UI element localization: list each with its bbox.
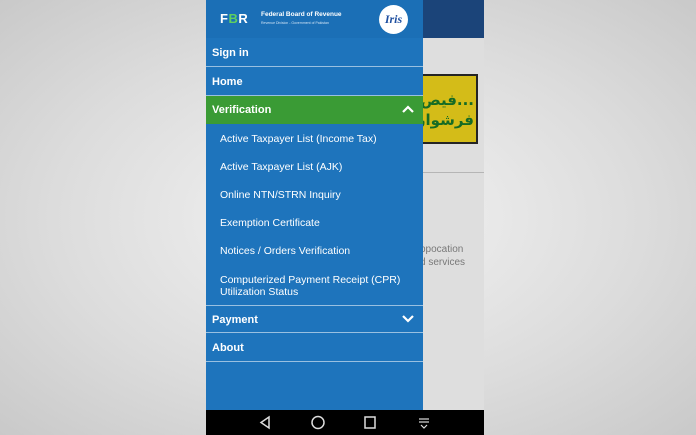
fbr-subtitle: Revenue Division - Government of Pakista… [261,21,329,25]
recents-icon[interactable] [363,410,377,435]
menu-label: Sign in [212,47,249,59]
menu-label: Verification [212,104,272,116]
scrim[interactable] [423,0,484,410]
menu-item-sign-in[interactable]: Sign in [206,39,423,67]
iris-logo: Iris [379,5,408,34]
fbr-title: Federal Board of Revenue [261,11,342,18]
keyboard-hide-icon[interactable] [417,410,431,435]
back-icon[interactable] [258,410,272,435]
phone-screen: ...فیص فرشوار ppocation d services FBR F… [206,0,484,435]
drawer-header: FBR Federal Board of Revenue Revenue Div… [206,0,423,38]
fbr-logo: FBR [220,11,249,26]
verification-item-cpr[interactable]: Computerized Payment Receipt (CPR) Utili… [206,274,423,298]
menu-item-payment[interactable]: Payment [206,305,423,333]
menu-item-about[interactable]: About [206,334,423,362]
menu-item-home[interactable]: Home [206,68,423,96]
navigation-drawer: FBR Federal Board of Revenue Revenue Div… [206,0,423,410]
verification-item-exemption-certificate[interactable]: Exemption Certificate [206,217,423,229]
menu-item-verification[interactable]: Verification [206,96,423,124]
verification-item-active-taxpayer-ajk[interactable]: Active Taxpayer List (AJK) [206,161,423,173]
cpr-label-line-1: Computerized Payment Receipt (CPR) [220,274,401,286]
menu-label: Payment [212,314,258,326]
chevron-down-icon [402,306,414,323]
verification-item-ntn-strn-inquiry[interactable]: Online NTN/STRN Inquiry [206,189,423,201]
menu-label: About [212,342,244,354]
cpr-label-line-2: Utilization Status [220,286,299,298]
home-icon[interactable] [310,410,326,435]
verification-item-notices-orders[interactable]: Notices / Orders Verification [206,245,423,257]
android-nav-bar [206,410,484,435]
chevron-up-icon [402,96,414,113]
menu-label: Home [212,76,243,88]
verification-item-active-taxpayer-income-tax[interactable]: Active Taxpayer List (Income Tax) [206,133,423,145]
